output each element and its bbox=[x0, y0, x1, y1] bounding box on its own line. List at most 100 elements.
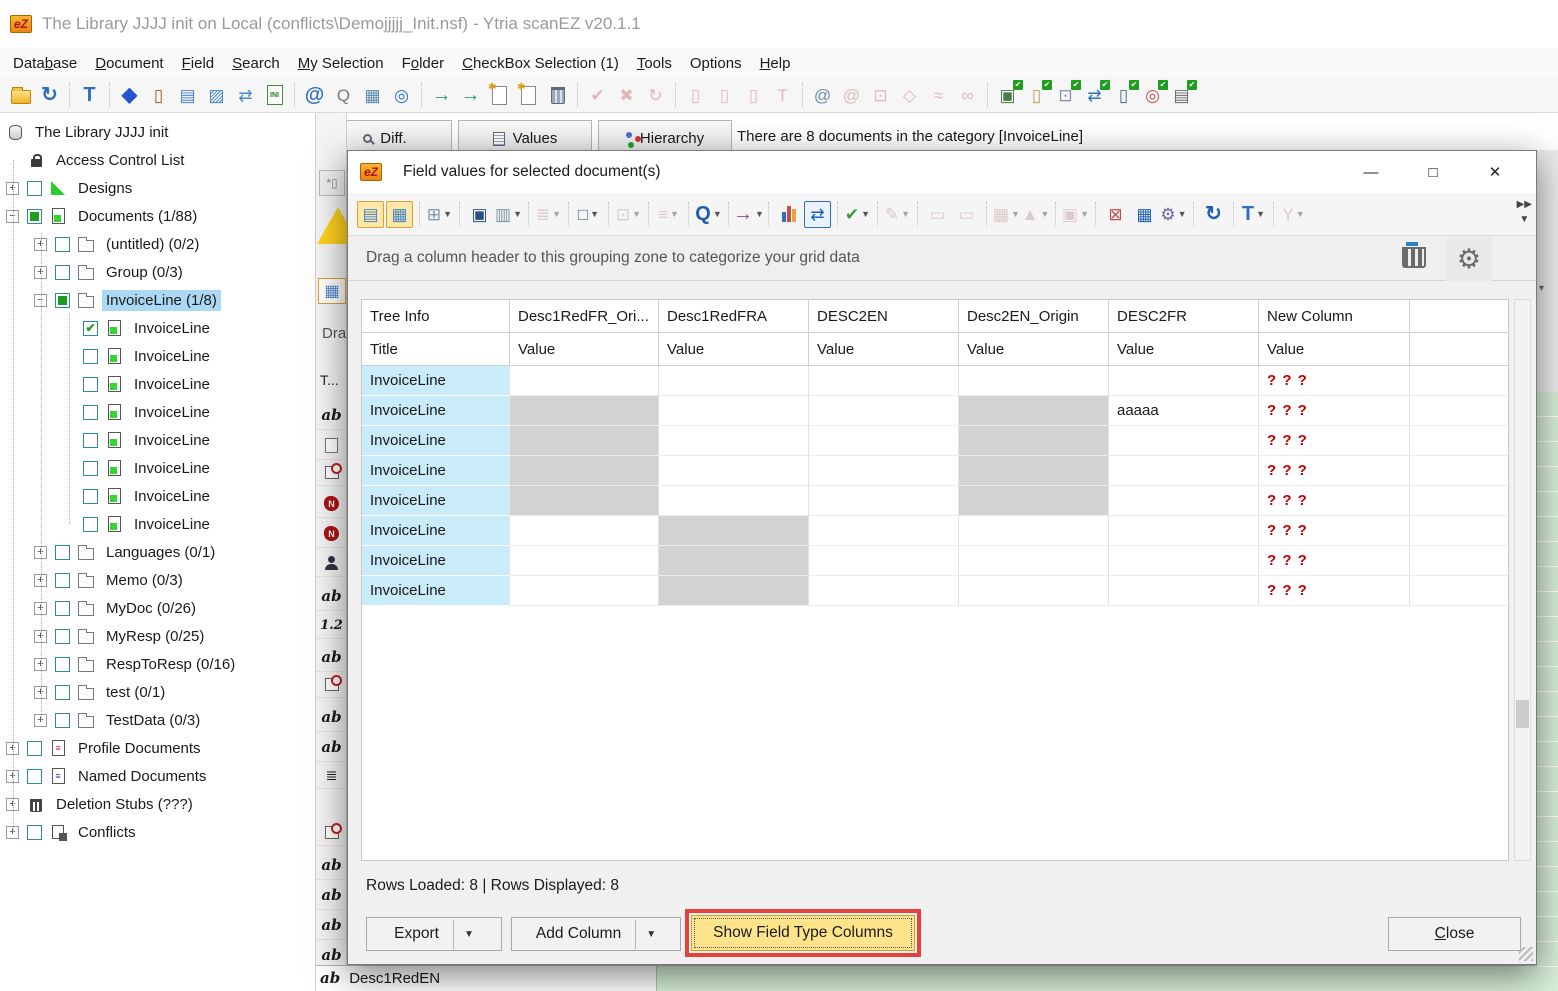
tree-checkbox[interactable] bbox=[55, 685, 70, 700]
grid-cell[interactable] bbox=[659, 516, 809, 546]
grid-cell[interactable] bbox=[510, 546, 659, 576]
row-title-cell[interactable]: InvoiceLine bbox=[362, 576, 510, 606]
strip-grid-button[interactable]: ▦ bbox=[318, 278, 346, 304]
tree-item-resptoresp[interactable]: +RespToResp (0/16) bbox=[0, 650, 315, 678]
grid-cell[interactable] bbox=[1109, 366, 1259, 396]
view-grid-icon[interactable]: ▦ bbox=[386, 201, 413, 228]
menu-options[interactable]: Options bbox=[681, 51, 751, 76]
grid-cell[interactable] bbox=[959, 396, 1109, 426]
paste-title-icon[interactable]: T bbox=[769, 82, 796, 109]
trash-icon[interactable] bbox=[1402, 247, 1426, 268]
close-icon[interactable]: ✕ bbox=[1464, 151, 1526, 193]
text-settings-icon[interactable]: T bbox=[76, 82, 103, 109]
tree-checkbox[interactable] bbox=[27, 825, 42, 840]
chevron-down-icon[interactable]: ▼ bbox=[1256, 209, 1265, 219]
chevron-down-icon[interactable]: ▼ bbox=[713, 209, 722, 219]
grid-cell[interactable] bbox=[1109, 546, 1259, 576]
grid-cell[interactable] bbox=[1109, 576, 1259, 606]
grid-cell[interactable] bbox=[809, 366, 959, 396]
show-field-type-columns-button[interactable]: Show Field Type Columns bbox=[691, 915, 915, 951]
checkbox-report-icon[interactable]: ▤✔ bbox=[1168, 82, 1195, 109]
refresh-grid-icon[interactable]: ↻ bbox=[1200, 201, 1227, 228]
tree-item-profile-documents[interactable]: +≡Profile Documents bbox=[0, 734, 315, 762]
checkbox-new-icon[interactable]: ▯✔ bbox=[1023, 82, 1050, 109]
tree-checkbox[interactable] bbox=[55, 657, 70, 672]
tree-item-access-control-list[interactable]: Access Control List bbox=[0, 146, 315, 174]
tree-item-invoiceline[interactable]: −InvoiceLine (1/8) bbox=[0, 286, 315, 314]
paste-new-doc2-icon[interactable]: ▯ bbox=[711, 82, 738, 109]
grid-cell[interactable] bbox=[659, 426, 809, 456]
search-window-icon[interactable]: ▦ bbox=[359, 82, 386, 109]
grid-cell[interactable] bbox=[959, 576, 1109, 606]
grid-cell[interactable] bbox=[659, 546, 809, 576]
column-header[interactable]: DESC2EN bbox=[809, 300, 959, 333]
grid-cell[interactable]: ? ? ? bbox=[1259, 486, 1410, 516]
doc-diamond-icon[interactable]: ◇ bbox=[896, 82, 923, 109]
grid-cell[interactable] bbox=[659, 456, 809, 486]
grid-cell[interactable] bbox=[1109, 486, 1259, 516]
chevron-down-icon[interactable]: ▼ bbox=[513, 209, 522, 219]
binoculars-icon[interactable]: ∞ bbox=[954, 82, 981, 109]
selection-diamond-icon[interactable]: ◆ bbox=[116, 82, 143, 109]
row-height-icon[interactable]: ⊞▼ bbox=[426, 201, 453, 228]
refresh-database-icon[interactable]: ↻ bbox=[36, 82, 63, 109]
chevron-down-icon[interactable]: ▼ bbox=[861, 209, 870, 219]
checkbox-copy-icon[interactable]: ⊡✔ bbox=[1052, 82, 1079, 109]
tree-checkbox[interactable] bbox=[55, 237, 70, 252]
tree-checkbox[interactable] bbox=[83, 517, 98, 532]
search-icon[interactable]: Q▼ bbox=[695, 201, 722, 228]
tree-item-languages[interactable]: +Languages (0/1) bbox=[0, 538, 315, 566]
grid-cell[interactable] bbox=[1109, 456, 1259, 486]
grid-cell[interactable] bbox=[809, 456, 959, 486]
fit-columns-icon[interactable]: ⇄ bbox=[804, 201, 831, 228]
grid-cell[interactable]: ? ? ? bbox=[1259, 396, 1410, 426]
open-database-icon[interactable] bbox=[7, 82, 34, 109]
grid-cell[interactable] bbox=[659, 366, 809, 396]
grid-cell[interactable] bbox=[510, 576, 659, 606]
grid-cell[interactable] bbox=[510, 456, 659, 486]
menu-tools[interactable]: Tools bbox=[628, 51, 681, 76]
tree-item-deletion-stubs[interactable]: +Deletion Stubs (???) bbox=[0, 790, 315, 818]
grid-cell[interactable] bbox=[959, 426, 1109, 456]
add-column-button[interactable]: Add Column ▼ bbox=[511, 917, 681, 951]
frame-options-icon[interactable]: ▣▼ bbox=[1062, 201, 1089, 228]
maximize-button[interactable]: □ bbox=[1402, 151, 1464, 193]
copy-to-database-icon[interactable]: ⇄ bbox=[232, 82, 259, 109]
column-subheader[interactable]: Title bbox=[362, 333, 510, 366]
row-title-cell[interactable]: InvoiceLine bbox=[362, 486, 510, 516]
grid-cell[interactable]: ? ? ? bbox=[1259, 366, 1410, 396]
chevron-down-icon[interactable]: ▼ bbox=[1080, 209, 1089, 219]
search-at-icon[interactable]: @ bbox=[301, 82, 328, 109]
tree-checkbox[interactable] bbox=[55, 265, 70, 280]
tree-item-invoiceline[interactable]: InvoiceLine bbox=[0, 482, 315, 510]
menu-help[interactable]: Help bbox=[751, 51, 800, 76]
grid-restore-icon[interactable]: ▦ bbox=[1131, 201, 1158, 228]
database-script2-icon[interactable]: ▨ bbox=[203, 82, 230, 109]
grid-cell[interactable] bbox=[959, 546, 1109, 576]
menu-checkbox-selection-1-[interactable]: CheckBox Selection (1) bbox=[453, 51, 628, 76]
grid-cell[interactable]: ? ? ? bbox=[1259, 576, 1410, 606]
gear-icon[interactable]: ⚙ bbox=[1446, 237, 1492, 281]
tree-item-myresp[interactable]: +MyResp (0/25) bbox=[0, 622, 315, 650]
row-manager-icon[interactable]: ≣▼ bbox=[535, 201, 562, 228]
column-header[interactable]: Desc1RedFRA bbox=[659, 300, 809, 333]
tree-item-invoiceline[interactable]: InvoiceLine bbox=[0, 342, 315, 370]
grid-row[interactable]: InvoiceLine? ? ? bbox=[362, 546, 1508, 576]
tree-checkbox[interactable] bbox=[55, 601, 70, 616]
column-manager-icon[interactable]: ▥▼ bbox=[495, 201, 522, 228]
search-zoom-icon[interactable]: ◎ bbox=[388, 82, 415, 109]
column-subheader[interactable]: Value bbox=[1109, 333, 1259, 366]
checkbox-swap-icon[interactable]: ⇄✔ bbox=[1081, 82, 1108, 109]
grid-cell[interactable] bbox=[959, 366, 1109, 396]
tree-checkbox[interactable] bbox=[83, 377, 98, 392]
paste-trash-icon[interactable]: ▯ bbox=[740, 82, 767, 109]
chevron-down-icon[interactable]: ▼ bbox=[1178, 209, 1187, 219]
export-grid-icon[interactable]: →▼ bbox=[735, 201, 762, 228]
paste-new-doc-icon[interactable]: ▯ bbox=[682, 82, 709, 109]
text-columns-icon[interactable]: T▼ bbox=[1240, 201, 1267, 228]
chevron-down-icon[interactable]: ▼ bbox=[1296, 209, 1305, 219]
grid-cell[interactable] bbox=[809, 546, 959, 576]
database-script-icon[interactable]: ▤ bbox=[174, 82, 201, 109]
freeze-columns-icon[interactable]: ▣ bbox=[466, 201, 493, 228]
checkbox-select-icon[interactable]: ▣✔ bbox=[994, 82, 1021, 109]
